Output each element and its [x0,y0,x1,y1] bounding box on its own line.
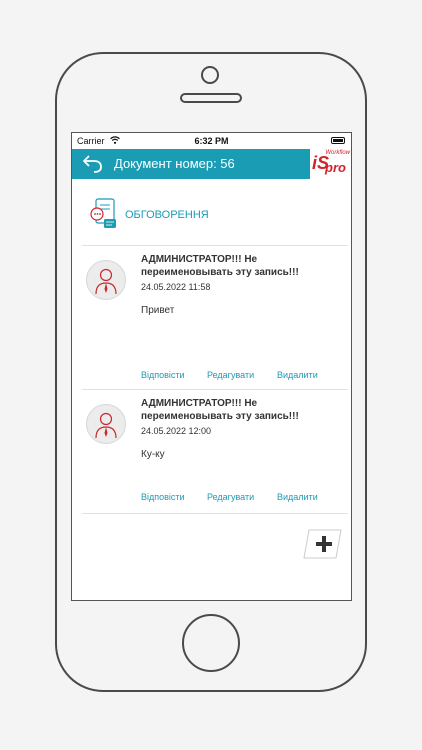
app-screen: Carrier 6:32 PM Документ номер: 56 Workf… [71,132,352,601]
app-header: Документ номер: 56 Workflow iS pro [72,149,351,179]
back-arrow-icon[interactable] [82,154,104,174]
phone-speaker [180,93,242,103]
divider [82,513,348,514]
edit-button[interactable]: Редагувати [207,370,254,380]
comment-item: АДМИНИСТРАТОР!!! Не переименовывать эту … [72,248,351,388]
reply-button[interactable]: Відповісти [141,370,185,380]
comment-date: 24.05.2022 12:00 [141,426,212,436]
logo-pro-text: pro [325,160,346,175]
comment-author: АДМИНИСТРАТОР!!! Не переименовывать эту … [141,254,299,278]
logo-workflow-text: Workflow [325,150,350,156]
document-title: Документ номер: 56 [114,156,235,171]
home-button[interactable] [182,614,240,672]
battery-icon [331,137,345,144]
status-time: 6:32 PM [194,136,229,146]
comment-date: 24.05.2022 11:58 [141,282,211,292]
divider [82,389,348,390]
comment-text: Привет [141,305,175,316]
status-bar: Carrier 6:32 PM [72,133,351,149]
comment-author: АДМИНИСТРАТОР!!! Не переименовывать эту … [141,398,299,422]
delete-button[interactable]: Видалити [277,370,318,380]
divider [82,245,348,246]
avatar [86,404,126,444]
comment-item: АДМИНИСТРАТОР!!! Не переименовывать эту … [72,392,351,532]
phone-camera [201,66,219,84]
user-avatar-icon [95,268,117,295]
edit-button[interactable]: Редагувати [207,492,254,502]
discussion-icon [90,198,116,228]
delete-button[interactable]: Видалити [277,492,318,502]
comment-text: Ку-ку [141,449,165,460]
discussion-title: ОБГОВОРЕННЯ [125,209,209,221]
ispro-logo: Workflow iS pro [308,150,351,178]
reply-button[interactable]: Відповісти [141,492,185,502]
avatar [86,260,126,300]
user-avatar-icon [95,412,117,439]
add-comment-button[interactable] [303,528,343,560]
